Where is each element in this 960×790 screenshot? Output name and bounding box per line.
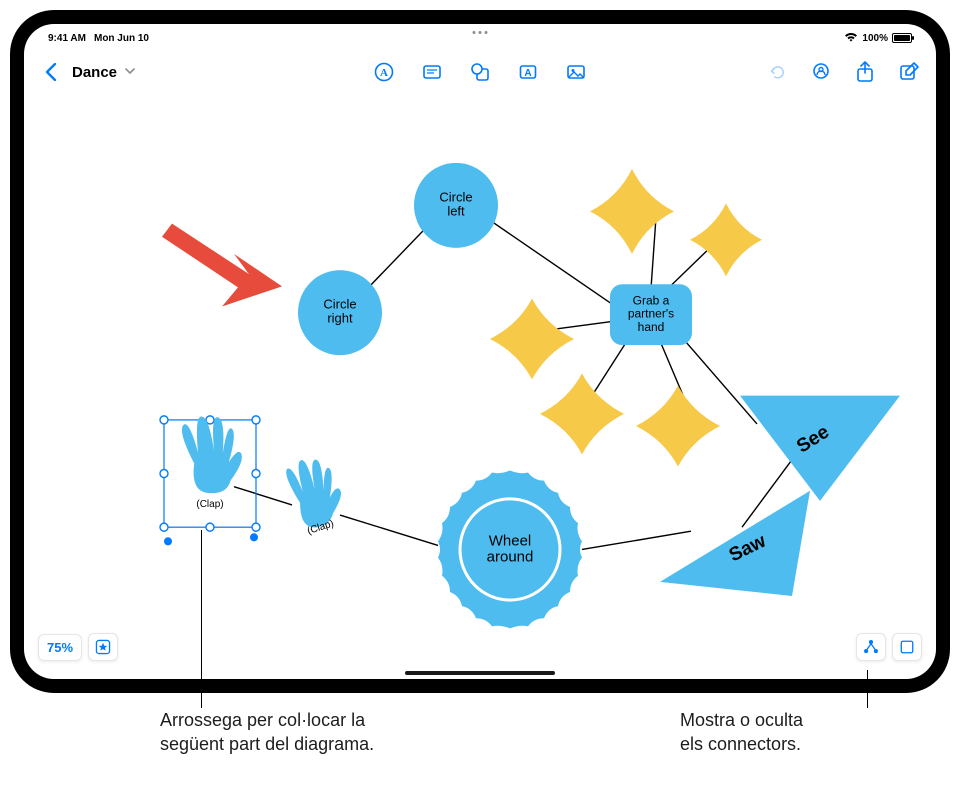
textbox-tool-button[interactable]: A xyxy=(515,59,541,85)
home-indicator[interactable] xyxy=(405,671,555,675)
node-star-wave[interactable]: Wave xyxy=(590,169,674,254)
compose-button[interactable] xyxy=(896,59,922,85)
node-circle-left[interactable]: Circleleft xyxy=(414,163,498,248)
status-date: Mon Jun 10 xyxy=(94,33,149,44)
caption-drag: Arrossega per col·locar lasegüent part d… xyxy=(160,708,460,757)
node-wheel[interactable]: Wheelaround xyxy=(438,471,582,629)
node-saw[interactable]: Saw xyxy=(660,491,810,596)
status-bar: 9:41 AM Mon Jun 10 100% xyxy=(24,30,936,46)
node-clap-2[interactable]: (Clap) xyxy=(283,451,351,538)
media-tool-button[interactable] xyxy=(563,59,589,85)
battery-icon xyxy=(892,33,912,43)
shapes-tool-button[interactable] xyxy=(467,59,493,85)
collaborate-button[interactable] xyxy=(808,59,834,85)
svg-text:A: A xyxy=(380,67,388,79)
battery-pct: 100% xyxy=(862,33,888,44)
svg-text:Wheelaround: Wheelaround xyxy=(487,532,534,565)
connectors-toggle-button[interactable] xyxy=(856,633,886,661)
node-star-do1[interactable]: DO xyxy=(490,298,574,379)
markup-tool-button[interactable]: A xyxy=(371,59,397,85)
svg-text:(Clap): (Clap) xyxy=(196,499,223,510)
favorites-button[interactable] xyxy=(88,633,118,661)
node-star-si[interactable]: SI xyxy=(540,373,624,454)
caption-connectors: Mostra o ocultaels connectors. xyxy=(680,708,900,757)
svg-text:Wave: Wave xyxy=(617,204,648,218)
node-star-do2[interactable]: DO xyxy=(636,386,720,467)
status-time: 9:41 AM xyxy=(48,33,86,44)
svg-text:DO: DO xyxy=(668,420,687,435)
svg-text:SI: SI xyxy=(576,408,588,423)
arrow-shape[interactable] xyxy=(162,224,282,307)
wifi-icon xyxy=(844,32,858,45)
zoom-level-button[interactable]: 75% xyxy=(38,634,82,661)
node-star-asyou[interactable]: asyou xyxy=(690,203,762,276)
document-title[interactable]: Dance xyxy=(72,64,117,81)
toolbar: Dance A A xyxy=(24,52,936,92)
node-clap-1-selected[interactable]: (Clap) xyxy=(160,410,260,546)
svg-text:DO: DO xyxy=(522,333,541,348)
empty-shape-button[interactable] xyxy=(892,633,922,661)
freeform-canvas[interactable]: Circleleft Circleright Grab apartner'sha… xyxy=(24,92,936,679)
node-see[interactable]: See xyxy=(740,396,900,501)
node-grab[interactable]: Grab apartner'shand xyxy=(610,284,692,345)
svg-text:A: A xyxy=(524,68,531,79)
undo-button[interactable] xyxy=(764,59,790,85)
svg-text:Circleright: Circleright xyxy=(323,297,356,326)
node-circle-right[interactable]: Circleright xyxy=(298,270,382,355)
note-tool-button[interactable] xyxy=(419,59,445,85)
back-button[interactable] xyxy=(38,59,64,85)
share-button[interactable] xyxy=(852,59,878,85)
doc-menu-chevron-icon[interactable] xyxy=(125,67,135,78)
